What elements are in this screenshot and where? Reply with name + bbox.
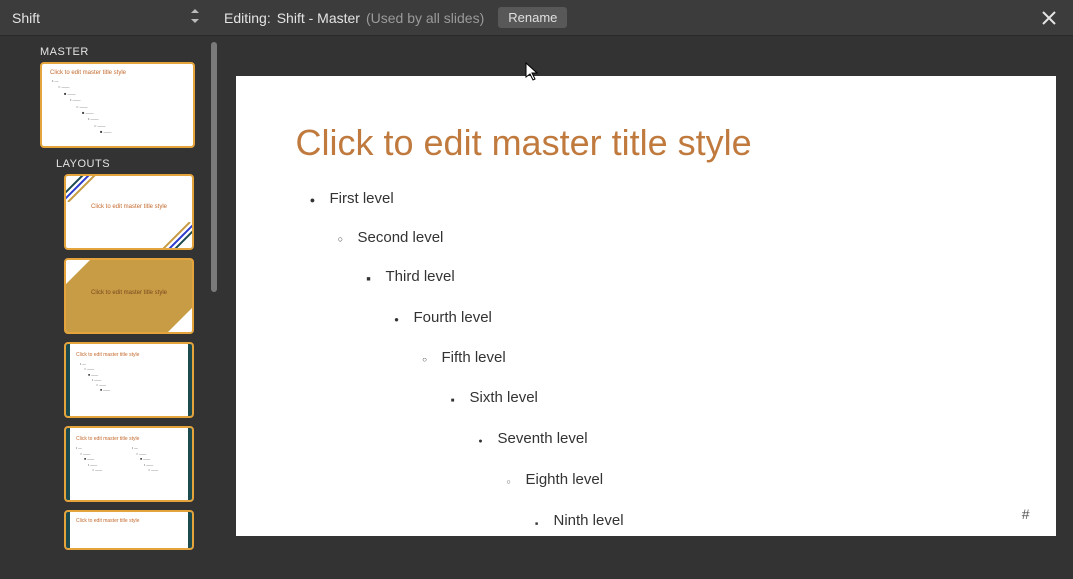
bullet-icon — [448, 389, 458, 410]
master-body-placeholder[interactable]: First level Second level Third level Fou… — [296, 190, 996, 533]
thumb-title: Click to edit master title style — [50, 70, 193, 76]
editing-target: Shift - Master — [277, 10, 360, 26]
page-number-placeholder[interactable]: # — [1022, 506, 1030, 522]
level-text: Sixth level — [470, 389, 538, 406]
layouts-section-label: LAYOUTS — [56, 158, 218, 170]
level-text: Third level — [386, 268, 455, 285]
level-text: Eighth level — [526, 471, 604, 488]
level-text: Second level — [358, 229, 444, 246]
rename-button[interactable]: Rename — [498, 7, 567, 28]
master-section-label: MASTER — [40, 46, 218, 58]
thumb-title: Click to edit master title style — [76, 436, 192, 442]
theme-name[interactable]: Shift — [12, 10, 40, 26]
layout-thumbnail[interactable]: Click to edit master title style — [64, 258, 194, 334]
editing-info: Editing: Shift - Master (Used by all sli… — [224, 7, 567, 28]
layout-thumbnail[interactable]: Click to edit master title style • — ○ —… — [64, 426, 194, 502]
bullet-icon — [504, 471, 514, 492]
thumb-title: Click to edit master title style — [66, 204, 192, 210]
bullet-icon — [392, 309, 402, 329]
bullet-icon — [532, 512, 542, 533]
theme-toolbar: Shift Editing: Shift - Master (Used by a… — [0, 0, 1073, 36]
editing-prefix: Editing: — [224, 10, 271, 26]
theme-editor: Shift Editing: Shift - Master (Used by a… — [0, 0, 1073, 579]
layout-thumbnail[interactable]: Click to edit master title style • — ○ —… — [64, 342, 194, 418]
level-text: Fifth level — [442, 349, 506, 366]
thumb-title: Click to edit master title style — [76, 352, 192, 358]
bullet-icon — [336, 229, 346, 248]
level-text: First level — [330, 190, 394, 207]
scrollbar-thumb[interactable] — [211, 42, 217, 292]
master-slide[interactable]: Click to edit master title style First l… — [236, 76, 1056, 536]
thumb-title: Click to edit master title style — [76, 518, 192, 524]
level-text: Seventh level — [498, 430, 588, 447]
editing-usage: (Used by all slides) — [366, 10, 484, 26]
master-title-placeholder[interactable]: Click to edit master title style — [296, 122, 996, 164]
level-text: Ninth level — [554, 512, 624, 529]
level-text: Fourth level — [414, 309, 492, 326]
theme-dropdown-icon[interactable] — [190, 9, 200, 26]
layout-thumbnail[interactable]: Click to edit master title style — [64, 174, 194, 250]
close-button[interactable] — [1037, 6, 1061, 30]
bullet-icon — [420, 349, 430, 369]
sidebar-scrollbar[interactable] — [210, 42, 218, 573]
master-thumbnail[interactable]: Click to edit master title style • — ○ —… — [40, 62, 195, 148]
thumb-title: Click to edit master title style — [66, 290, 192, 296]
slide-canvas-area: Click to edit master title style First l… — [218, 36, 1073, 579]
master-sidebar: MASTER Click to edit master title style … — [0, 36, 218, 579]
main-row: MASTER Click to edit master title style … — [0, 36, 1073, 579]
layout-thumbnail[interactable]: Click to edit master title style — [64, 510, 194, 550]
bullet-icon — [364, 268, 374, 289]
bullet-icon — [308, 190, 318, 209]
bullet-icon — [476, 430, 486, 451]
